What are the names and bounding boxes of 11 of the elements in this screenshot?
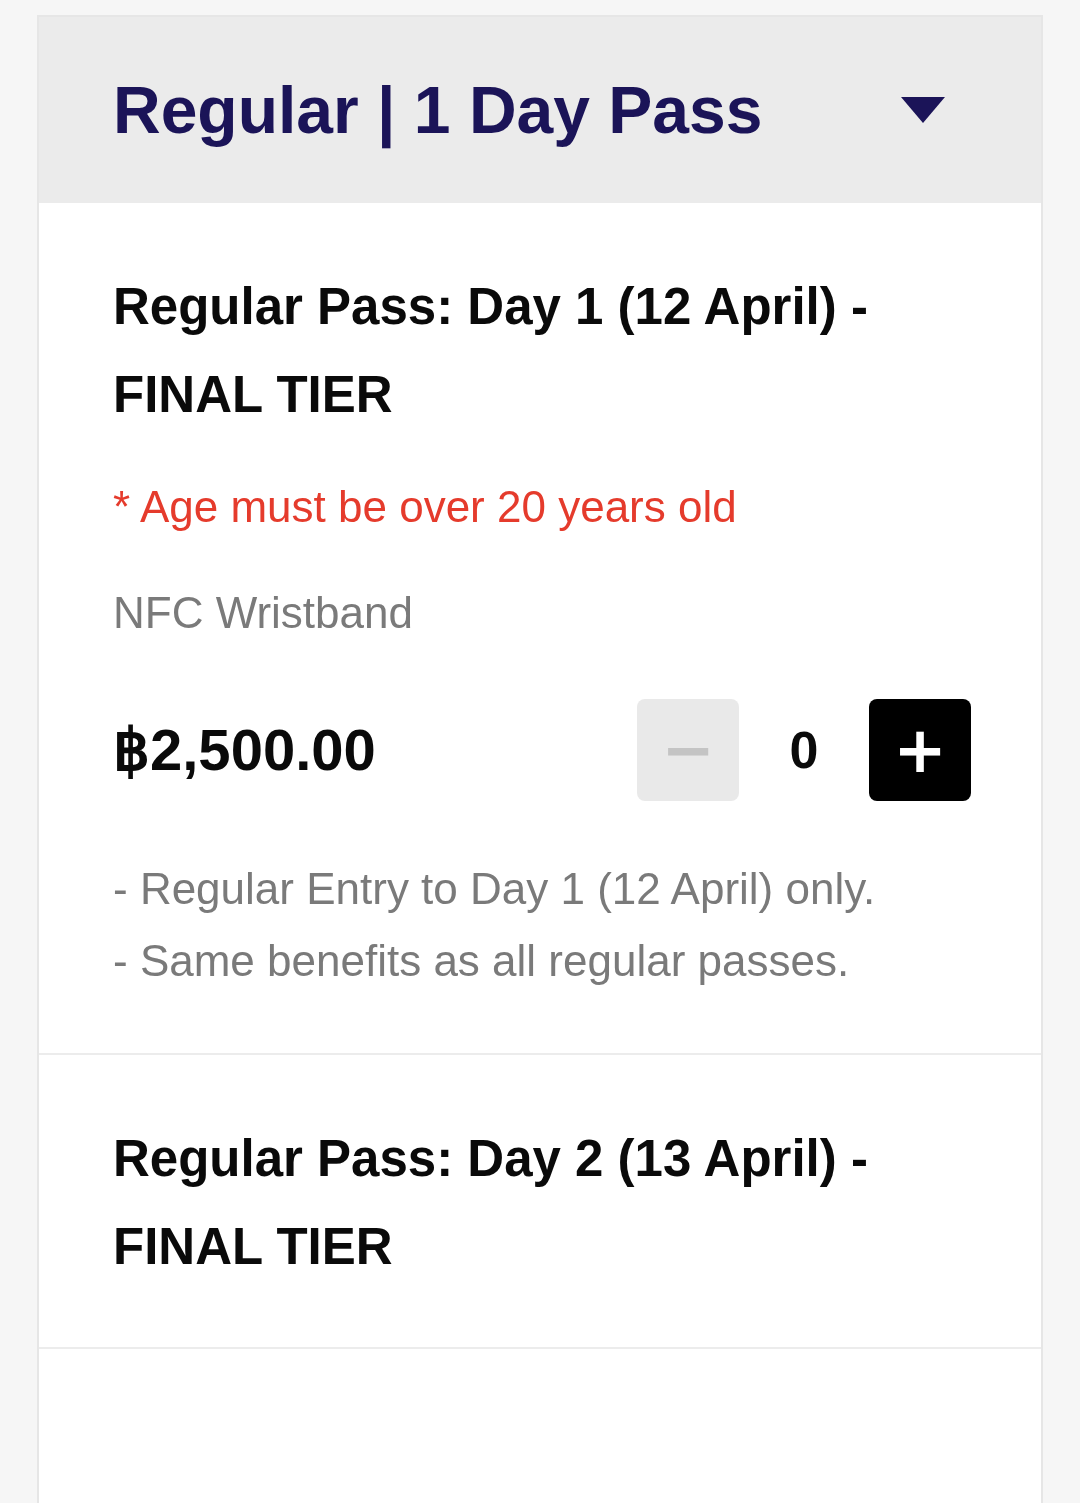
description-line: - Regular Entry to Day 1 (12 April) only.	[113, 863, 877, 915]
section-header[interactable]: Regular | 1 Day Pass	[39, 17, 1041, 203]
age-note: * Age must be over 20 years old	[113, 481, 738, 533]
description-line: - Same benefits as all regular passes.	[113, 935, 851, 987]
increase-button[interactable]: +	[869, 699, 971, 801]
ticket-title: Regular Pass: Day 1 (12 April) - FINAL TIER	[113, 277, 869, 425]
quantity-value: 0	[788, 720, 820, 780]
ticket-title: Regular Pass: Day 2 (13 April) - FINAL TIER	[113, 1129, 869, 1277]
section-title: Regular | 1 Day Pass	[113, 72, 763, 148]
ticket-type: NFC Wristband	[113, 587, 414, 639]
ticket-price: ฿2,500.00	[113, 716, 376, 784]
